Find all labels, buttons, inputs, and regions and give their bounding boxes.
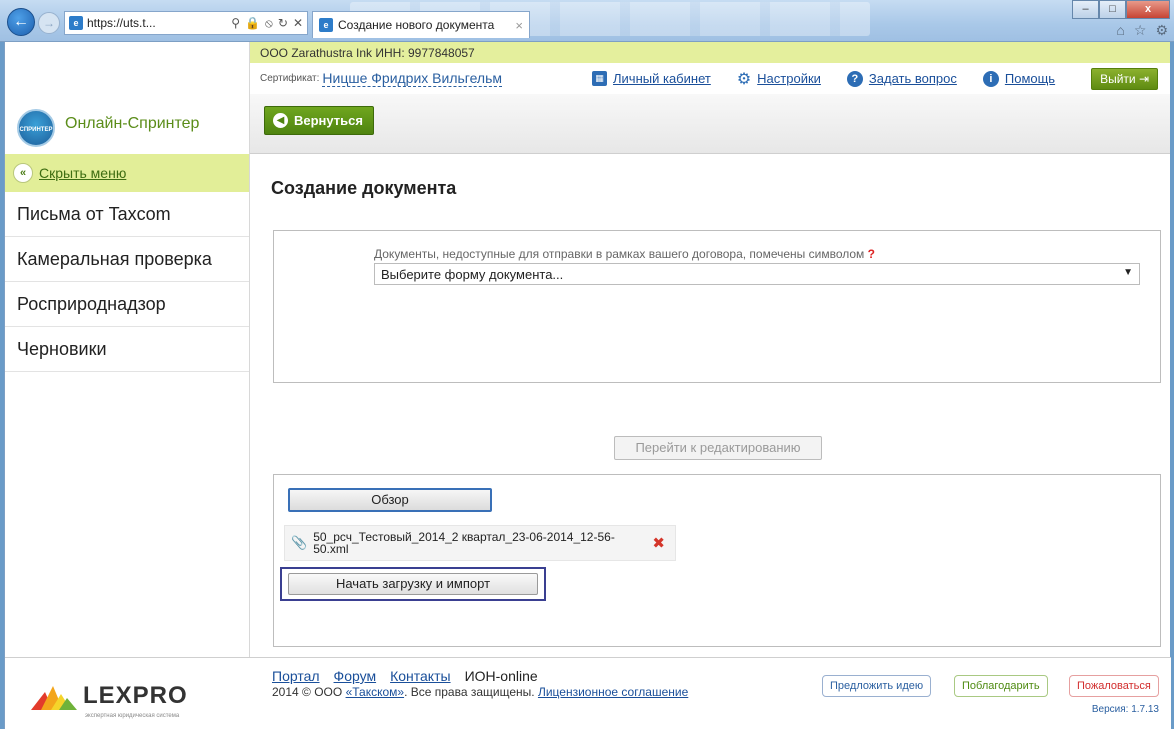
- availability-hint-text: Документы, недоступные для отправки в ра…: [374, 247, 865, 261]
- taxcom-link[interactable]: «Такском»: [346, 685, 405, 699]
- search-icon[interactable]: ⚲: [231, 16, 240, 31]
- cabinet-icon: ▦: [592, 71, 608, 86]
- suggest-idea-button[interactable]: Предложить идею: [822, 675, 932, 697]
- page-title: Создание документа: [271, 178, 457, 198]
- ion-online-label: ИОН-online: [464, 668, 538, 684]
- hide-menu-link[interactable]: Скрыть меню: [39, 165, 126, 181]
- action-bar: ◀ Вернуться: [250, 94, 1170, 154]
- lexpro-logo[interactable]: LEXPRO: [31, 682, 188, 710]
- availability-hint: Документы, недоступные для отправки в ра…: [374, 247, 875, 261]
- copyright-rights: . Все права защищены.: [404, 685, 535, 699]
- browser-chrome: ← → e https://uts.t... ⚲ 🔒 ⦸ ↻ ✕ e Созда…: [0, 0, 1174, 42]
- tab-title: Создание нового документа: [338, 18, 495, 32]
- ask-link-text[interactable]: Задать вопрос: [869, 71, 957, 86]
- cabinet-link-text[interactable]: Личный кабинет: [613, 71, 711, 86]
- organization-info: ООО Zarathustra Ink ИНН: 9977848057: [250, 42, 1170, 63]
- address-tools: ⚲ 🔒 ⦸ ↻ ✕: [231, 16, 307, 31]
- browser-tab[interactable]: e Создание нового документа ×: [312, 11, 530, 38]
- portal-link[interactable]: Портал: [272, 668, 320, 684]
- cabinet-link[interactable]: ▦ Личный кабинет: [592, 71, 711, 86]
- address-text: https://uts.t...: [87, 16, 156, 30]
- file-upload-panel: Обзор 📎 50_рсч_Тестовый_2014_2 квартал_2…: [273, 474, 1161, 647]
- sidebar-item-desk-audit[interactable]: Камеральная проверка: [5, 237, 249, 282]
- license-link[interactable]: Лицензионное соглашение: [538, 685, 688, 699]
- stop-icon[interactable]: ⦸: [265, 16, 273, 31]
- forum-link[interactable]: Форум: [334, 668, 377, 684]
- address-bar[interactable]: e https://uts.t... ⚲ 🔒 ⦸ ↻ ✕: [64, 11, 308, 35]
- settings-link[interactable]: ⚙ Настройки: [737, 69, 821, 89]
- remove-file-icon[interactable]: ✖: [652, 534, 665, 552]
- logo-text[interactable]: Онлайн-Спринтер: [65, 115, 199, 133]
- gear-icon[interactable]: ⚙: [1155, 22, 1168, 39]
- window-controls: – □ x: [1072, 0, 1170, 19]
- minimize-button[interactable]: –: [1072, 0, 1099, 19]
- help-link[interactable]: i Помощь: [982, 70, 1055, 87]
- settings-link-text[interactable]: Настройки: [757, 71, 821, 86]
- ask-link[interactable]: ? Задать вопрос: [846, 70, 957, 87]
- sidebar: « Скрыть меню Письма от Taxcom Камеральн…: [5, 154, 250, 657]
- complain-button[interactable]: Пожаловаться: [1069, 675, 1159, 697]
- help-link-text[interactable]: Помощь: [1005, 71, 1055, 86]
- sidebar-item-taxcom-letters[interactable]: Письма от Taxcom: [5, 192, 249, 237]
- back-button[interactable]: ◀ Вернуться: [264, 106, 374, 135]
- tab-close-icon[interactable]: ×: [515, 18, 523, 33]
- close-window-button[interactable]: x: [1126, 0, 1170, 19]
- goto-edit-button[interactable]: Перейти к редактированию: [614, 436, 822, 460]
- back-arrow-icon: ◀: [273, 113, 288, 128]
- sprinter-logo-icon[interactable]: СПРИНТЕР: [17, 109, 55, 147]
- unavailable-mark: ?: [867, 247, 875, 261]
- browse-button[interactable]: Обзор: [288, 488, 492, 512]
- home-icon[interactable]: ⌂: [1116, 22, 1124, 39]
- hide-menu-toggle[interactable]: « Скрыть меню: [5, 154, 249, 192]
- paperclip-icon: 📎: [291, 535, 308, 550]
- lock-icon[interactable]: 🔒: [245, 16, 260, 31]
- star-icon[interactable]: ☆: [1134, 22, 1147, 39]
- upload-focus-frame: Начать загрузку и импорт: [280, 567, 546, 601]
- maximize-button[interactable]: □: [1099, 0, 1126, 19]
- double-chevron-left-icon[interactable]: «: [13, 163, 33, 183]
- file-name: 50_рсч_Тестовый_2014_2 квартал_23-06-201…: [313, 530, 615, 556]
- forward-icon[interactable]: →: [38, 12, 60, 34]
- attached-file: 📎 50_рсч_Тестовый_2014_2 квартал_23-06-2…: [284, 525, 676, 561]
- refresh-icon[interactable]: ↻: [278, 16, 288, 31]
- footer: LEXPRO экспертная юридическая система По…: [5, 657, 1171, 729]
- main-content: Создание документа Документы, недоступны…: [251, 154, 1170, 657]
- logo-area: СПРИНТЕР Онлайн-Спринтер: [5, 42, 250, 154]
- browser-toolbar-icons: ⌂ ☆ ⚙: [1116, 22, 1168, 39]
- question-icon: ?: [846, 70, 863, 87]
- dropdown-arrow-icon[interactable]: ▼: [1123, 267, 1133, 278]
- site-favicon-icon: e: [69, 16, 83, 30]
- certificate-name[interactable]: Ницше Фридрих Вильгельм: [322, 70, 503, 87]
- thank-button[interactable]: Поблагодарить: [954, 675, 1048, 697]
- tab-favicon-icon: e: [319, 18, 333, 32]
- info-icon: i: [982, 70, 999, 87]
- sidebar-item-rosprirodnadzor[interactable]: Росприроднадзор: [5, 282, 249, 327]
- logout-button[interactable]: Выйти ⇥: [1091, 67, 1158, 90]
- version-label: Версия: 1.7.13: [1091, 704, 1159, 715]
- close-icon[interactable]: ✕: [293, 16, 303, 31]
- page: СПРИНТЕР Онлайн-Спринтер ООО Zarathustra…: [4, 42, 1171, 729]
- document-form-select[interactable]: Выберите форму документа... ▼: [374, 263, 1140, 285]
- sidebar-item-drafts[interactable]: Черновики: [5, 327, 249, 372]
- contacts-link[interactable]: Контакты: [390, 668, 450, 684]
- lexpro-subtitle: экспертная юридическая система: [85, 713, 180, 719]
- settings-gear-icon: ⚙: [736, 70, 752, 88]
- document-form-select-value: Выберите форму документа...: [381, 267, 564, 282]
- back-button-label: Вернуться: [294, 113, 363, 128]
- logout-icon: ⇥: [1138, 71, 1149, 86]
- copyright-prefix: 2014 © ООО: [272, 685, 343, 699]
- certificate-row: Сертификат: Ницше Фридрих Вильгельм ▦ Ли…: [250, 63, 1170, 94]
- lexpro-logo-icon: [31, 686, 77, 710]
- footer-links: Портал Форум Контакты ИОН-online: [272, 668, 538, 684]
- document-form-panel: Документы, недоступные для отправки в ра…: [273, 230, 1161, 383]
- logout-label: Выйти: [1100, 71, 1136, 86]
- start-upload-button[interactable]: Начать загрузку и импорт: [288, 573, 538, 595]
- copyright: 2014 © ООО «Такском». Все права защищены…: [272, 685, 688, 699]
- lexpro-brand: LEXPRO: [83, 682, 188, 709]
- certificate-label: Сертификат:: [260, 73, 320, 84]
- back-icon[interactable]: ←: [7, 8, 35, 36]
